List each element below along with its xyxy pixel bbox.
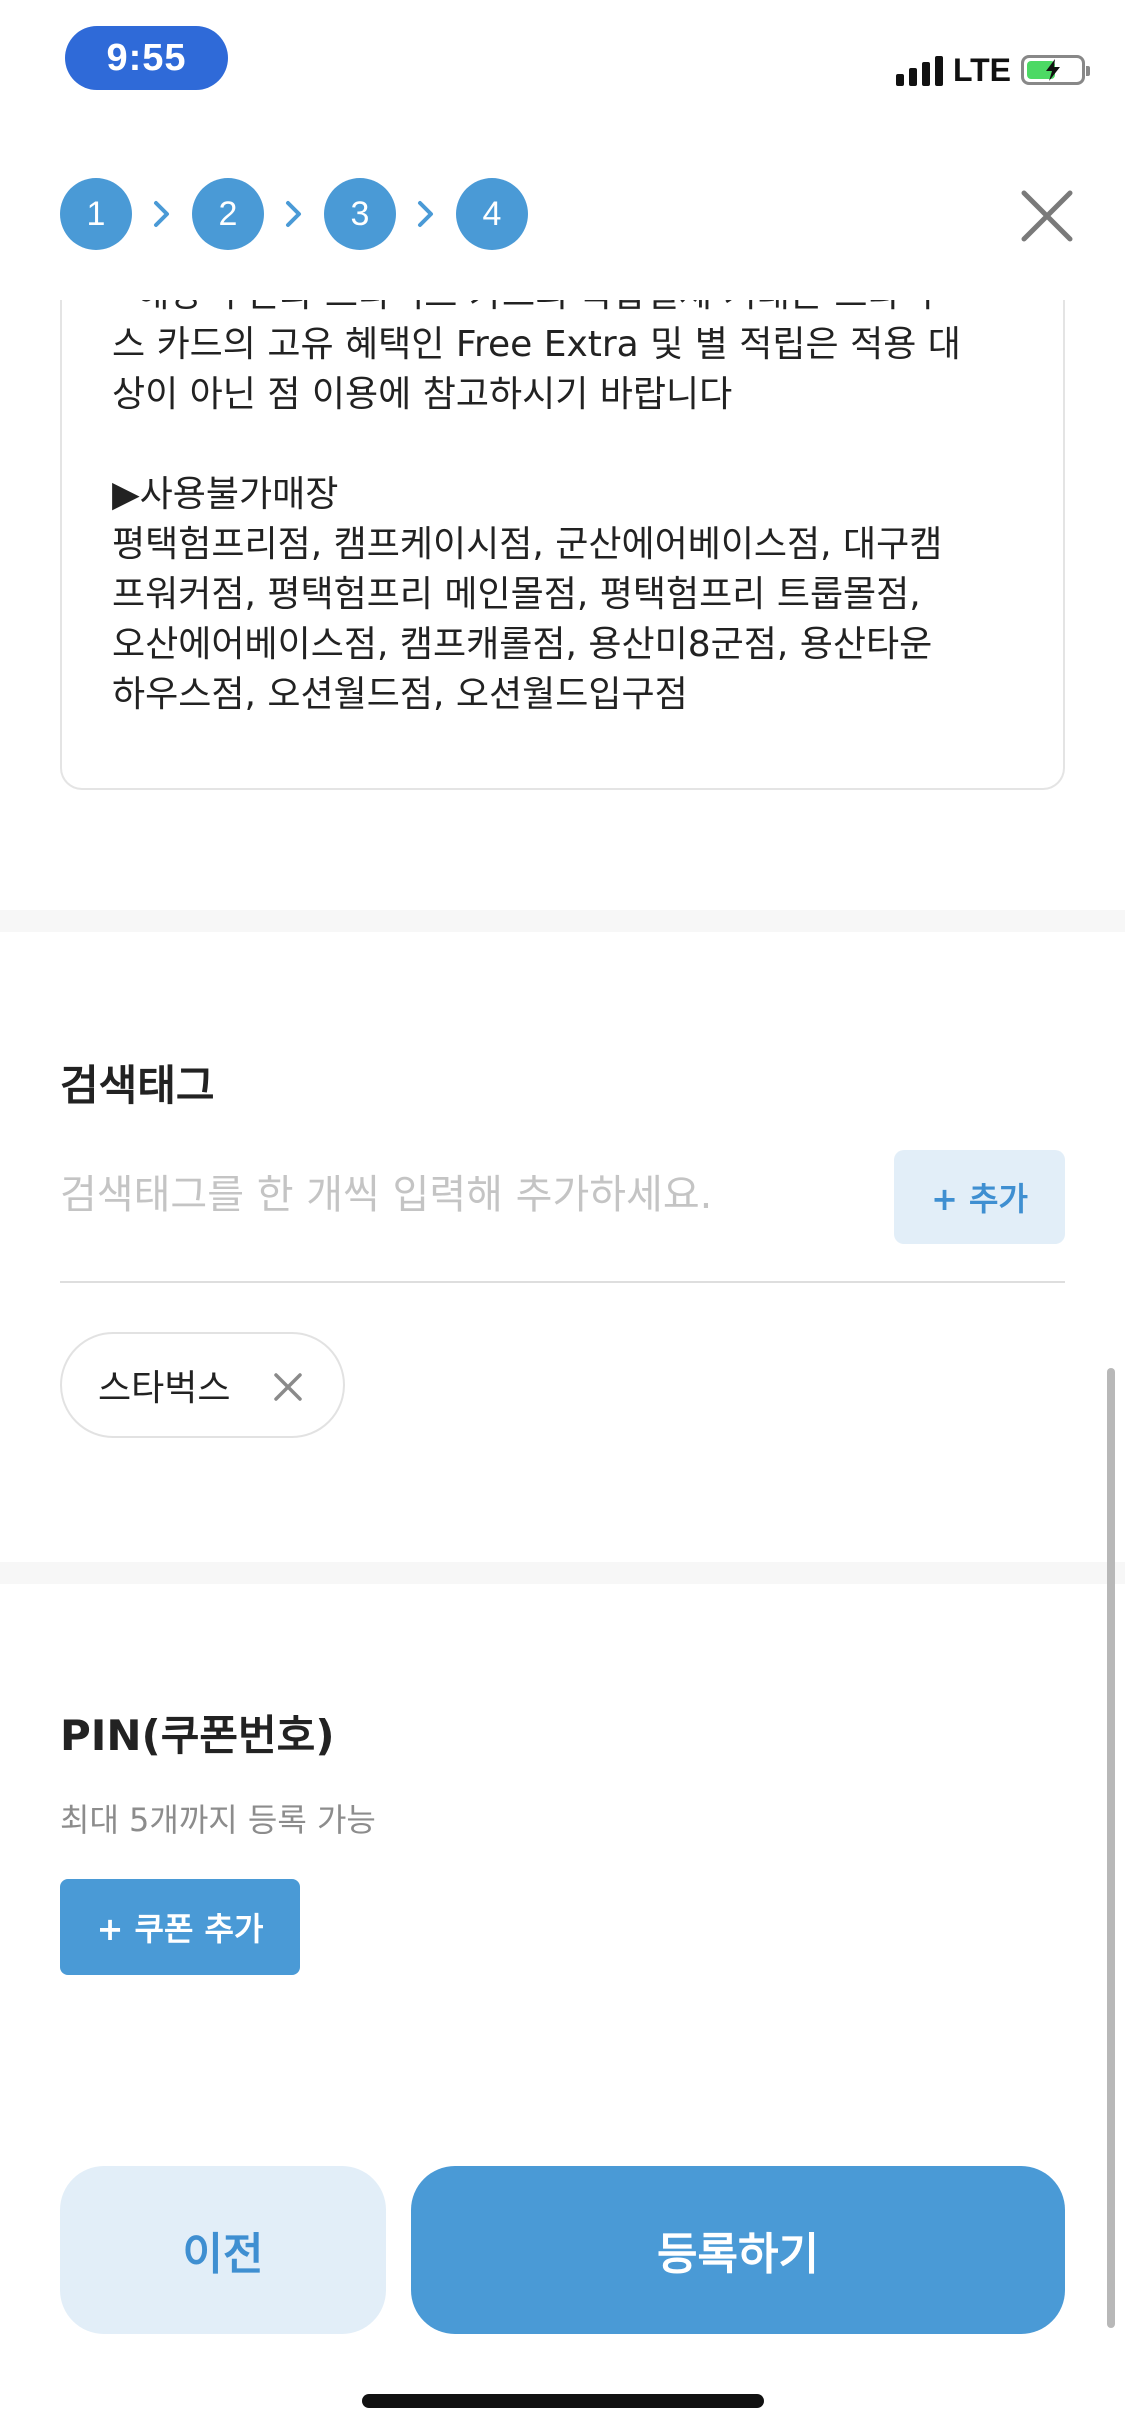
- restricted-stores-line: 프워커점, 평택험프리 메인몰점, 평택험프리 트룹몰점,: [112, 574, 921, 615]
- remove-tag-icon[interactable]: [273, 1372, 303, 1402]
- chevron-right-icon: [396, 178, 456, 250]
- close-button[interactable]: [1019, 188, 1075, 244]
- step-indicator: 1 2 3 4: [60, 178, 528, 250]
- coupon-description-box[interactable]: - 해당 쿠폰과 스타벅스 카드의 복합결제 거래는 스타벅 스 카드의 고유 …: [60, 300, 1065, 790]
- step-1: 1: [60, 178, 132, 250]
- chevron-right-icon: [132, 178, 192, 250]
- tag-chip-label: 스타벅스: [98, 1368, 231, 1409]
- close-icon: [1021, 190, 1073, 242]
- pin-title: PIN(쿠폰번호): [60, 1711, 335, 1760]
- tag-chip: 스타벅스: [60, 1332, 345, 1438]
- search-tag-input[interactable]: [60, 1160, 880, 1230]
- input-underline: [60, 1281, 1065, 1283]
- submit-button[interactable]: 등록하기: [411, 2166, 1065, 2334]
- signal-icon: [895, 54, 943, 86]
- section-divider: [0, 910, 1125, 932]
- pin-limit-text: 최대 5개까지 등록 가능: [60, 1801, 376, 1839]
- add-coupon-button[interactable]: + 쿠폰 추가: [60, 1879, 300, 1975]
- restricted-stores-line: 오산에어베이스점, 캠프캐롤점, 용산미8군점, 용산타운: [112, 624, 933, 665]
- scrollbar[interactable]: [1107, 1368, 1115, 2328]
- prev-button[interactable]: 이전: [60, 2166, 386, 2334]
- network-type: LTE: [952, 51, 1011, 88]
- description-cut-line: - 해당 쿠폰과 스타벅스 카드의 복합결제 거래는 스타벅: [112, 300, 1023, 320]
- step-4: 4: [456, 178, 528, 250]
- search-tag-title: 검색태그: [60, 1061, 215, 1110]
- home-indicator: [362, 2394, 764, 2408]
- description-line: 스 카드의 고유 혜택인 Free Extra 및 별 적립은 적용 대: [112, 324, 961, 365]
- coupon-description-text: - 해당 쿠폰과 스타벅스 카드의 복합결제 거래는 스타벅 스 카드의 고유 …: [112, 300, 1023, 720]
- status-time: 9:55: [65, 26, 228, 90]
- step-3: 3: [324, 178, 396, 250]
- restricted-stores-line: 평택험프리점, 캠프케이시점, 군산에어베이스점, 대구캠: [112, 524, 943, 565]
- description-line: 상이 아닌 점 이용에 참고하시기 바랍니다: [112, 374, 733, 415]
- chevron-right-icon: [264, 178, 324, 250]
- restricted-stores-line: 하우스점, 오션월드점, 오션월드입구점: [112, 674, 688, 715]
- status-indicators: LTE: [895, 48, 1090, 92]
- add-tag-button[interactable]: + 추가: [894, 1150, 1065, 1244]
- section-divider: [0, 1562, 1125, 1584]
- battery-icon: [1021, 55, 1090, 85]
- restricted-stores-heading: ▶사용불가매장: [112, 474, 339, 515]
- step-2: 2: [192, 178, 264, 250]
